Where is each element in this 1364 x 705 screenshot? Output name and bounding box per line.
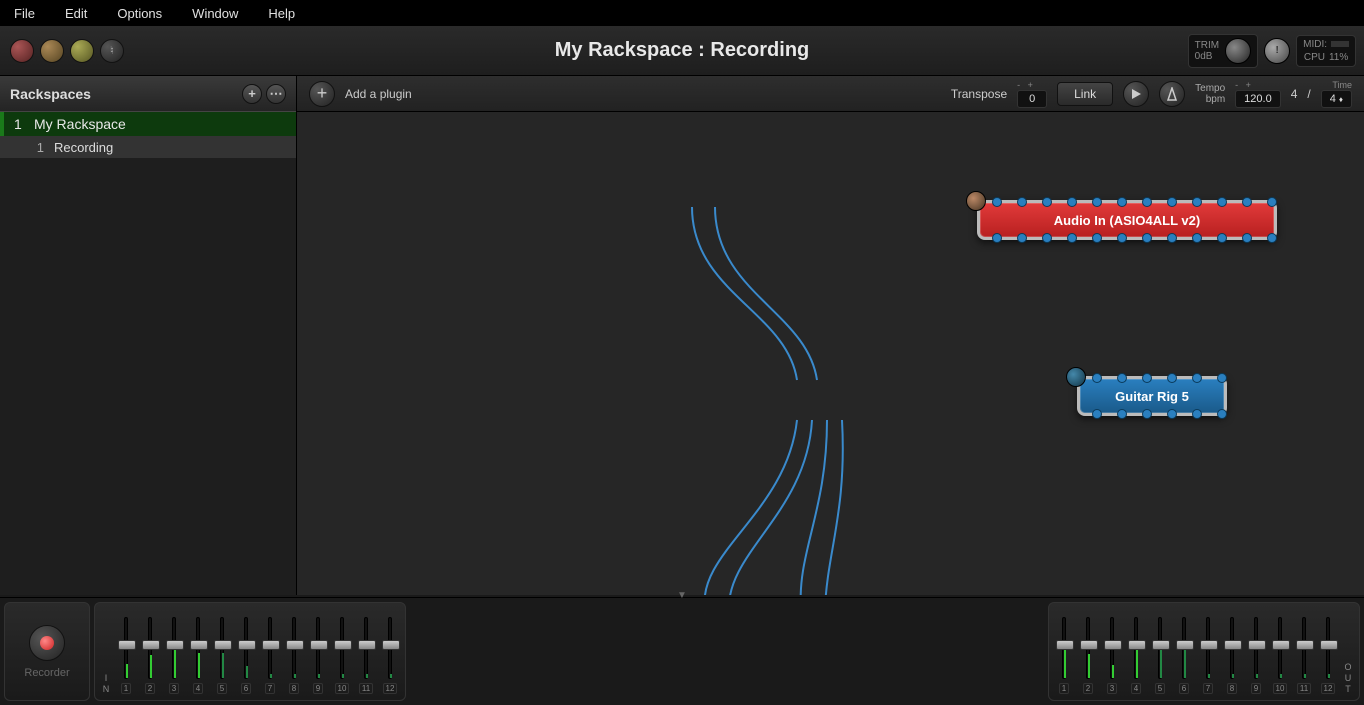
wire-layer (297, 112, 1364, 595)
midi-cpu-status: MIDI: CPU11% (1296, 35, 1356, 67)
fader-6[interactable]: 6 (235, 617, 257, 694)
bpm-value[interactable]: 120.0 (1235, 90, 1281, 108)
transpose-value[interactable]: 0 (1017, 90, 1047, 108)
menu-bar: File Edit Options Window Help (0, 0, 1364, 26)
fader-7[interactable]: 7 (259, 617, 281, 694)
fader-1[interactable]: 1 (1053, 617, 1075, 694)
fader-3[interactable]: 3 (1101, 617, 1123, 694)
add-rackspace-button[interactable]: + (242, 84, 262, 104)
recorder-panel: Recorder (4, 602, 90, 701)
panic-button[interactable]: ! (1264, 38, 1290, 64)
recorder-label: Recorder (24, 667, 69, 679)
variation-item[interactable]: 1 Recording (0, 136, 296, 158)
menu-edit[interactable]: Edit (59, 3, 93, 24)
fader-8[interactable]: 8 (1221, 617, 1243, 694)
menu-window[interactable]: Window (186, 3, 244, 24)
tool-view1-icon[interactable] (10, 39, 34, 63)
node-audio-in[interactable]: Audio In (ASIO4ALL v2) (977, 200, 1277, 240)
fader-6[interactable]: 6 (1173, 617, 1195, 694)
fader-8[interactable]: 8 (283, 617, 305, 694)
fader-5[interactable]: 5 (211, 617, 233, 694)
out-label: OUT (1341, 662, 1355, 694)
node-knob-icon[interactable] (966, 191, 986, 211)
menu-help[interactable]: Help (262, 3, 301, 24)
timesig-num[interactable]: 4 (1291, 87, 1298, 101)
record-button[interactable] (29, 625, 65, 661)
sidebar-header: Rackspaces + ⋯ (0, 76, 296, 112)
trim-knob[interactable] (1225, 38, 1251, 64)
rackspace-item[interactable]: 1 My Rackspace (0, 112, 296, 136)
mixer-panel: ▼ Recorder IN 123456789101112 1234567891… (0, 597, 1364, 705)
fader-3[interactable]: 3 (163, 617, 185, 694)
rackspace-title: My Rackspace : Recording (555, 39, 810, 62)
output-fader-bank: 123456789101112 OUT (1048, 602, 1360, 701)
add-plugin-button[interactable]: + (309, 81, 335, 107)
add-plugin-label: Add a plugin (345, 87, 412, 101)
fader-1[interactable]: 1 (115, 617, 137, 694)
fader-12[interactable]: 12 (379, 617, 401, 694)
transpose-label: Transpose (951, 87, 1007, 101)
fader-4[interactable]: 4 (187, 617, 209, 694)
fader-11[interactable]: 11 (1293, 617, 1315, 694)
fader-10[interactable]: 10 (1269, 617, 1291, 694)
fader-5[interactable]: 5 (1149, 617, 1171, 694)
tool-view2-icon[interactable] (40, 39, 64, 63)
fader-2[interactable]: 2 (1077, 617, 1099, 694)
fader-7[interactable]: 7 (1197, 617, 1219, 694)
canvas-toolbar: + Add a plugin Transpose - + 0 Link Temp… (297, 76, 1364, 112)
tool-view3-icon[interactable] (70, 39, 94, 63)
fader-12[interactable]: 12 (1317, 617, 1339, 694)
tool-tuner-icon[interactable]: ♮ (100, 39, 124, 63)
fader-9[interactable]: 9 (307, 617, 329, 694)
fader-2[interactable]: 2 (139, 617, 161, 694)
main-toolbar: ♮ My Rackspace : Recording TRIM0dB ! MID… (0, 26, 1364, 76)
metronome-button[interactable] (1159, 81, 1185, 107)
rackspace-options-button[interactable]: ⋯ (266, 84, 286, 104)
node-knob-icon[interactable] (1066, 367, 1086, 387)
timesig-denom[interactable]: 4 ♦ (1321, 90, 1352, 108)
menu-file[interactable]: File (8, 3, 41, 24)
fader-9[interactable]: 9 (1245, 617, 1267, 694)
fader-4[interactable]: 4 (1125, 617, 1147, 694)
plugin-canvas[interactable]: + Add a plugin Transpose - + 0 Link Temp… (297, 76, 1364, 595)
trim-control[interactable]: TRIM0dB (1188, 34, 1258, 68)
expand-mixer-icon[interactable]: ▼ (677, 590, 687, 601)
menu-options[interactable]: Options (111, 3, 168, 24)
sidebar: Rackspaces + ⋯ 1 My Rackspace 1 Recordin… (0, 76, 297, 595)
node-guitar-rig[interactable]: Guitar Rig 5 (1077, 376, 1227, 416)
input-fader-bank: IN 123456789101112 (94, 602, 406, 701)
fader-10[interactable]: 10 (331, 617, 353, 694)
play-button[interactable] (1123, 81, 1149, 107)
fader-11[interactable]: 11 (355, 617, 377, 694)
link-button[interactable]: Link (1057, 82, 1113, 106)
in-label: IN (99, 673, 113, 694)
